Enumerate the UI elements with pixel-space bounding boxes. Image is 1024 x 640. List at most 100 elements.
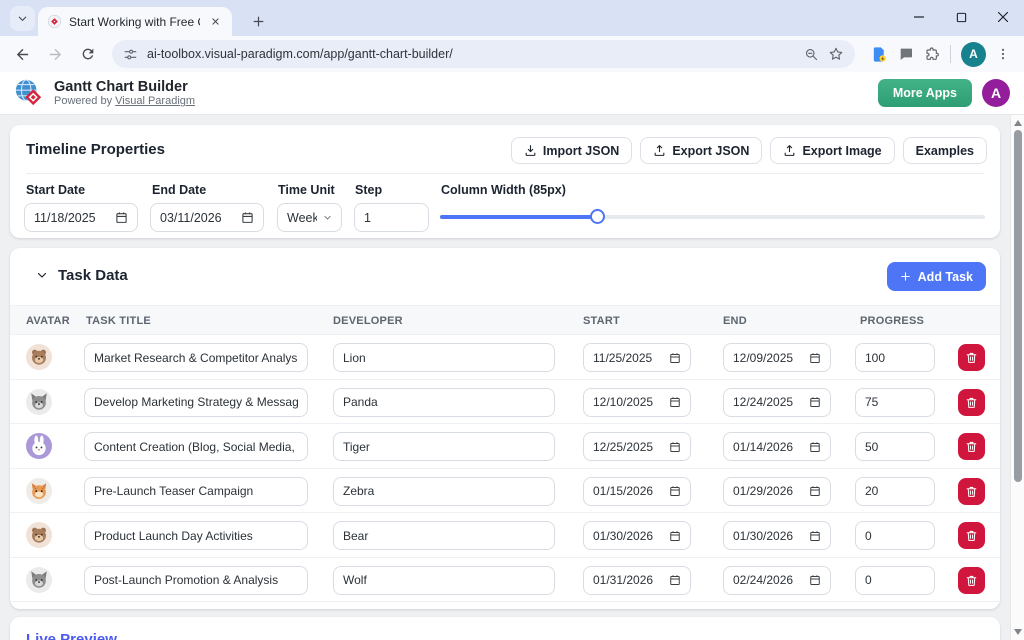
calendar-icon[interactable]: [669, 574, 681, 586]
delete-task-button[interactable]: [958, 567, 985, 594]
calendar-icon[interactable]: [669, 441, 681, 453]
task-title-input[interactable]: Content Creation (Blog, Social Media, Vi…: [84, 432, 308, 461]
page-content: Timeline Properties Import JSON Export J…: [0, 115, 1024, 640]
step-input[interactable]: 1: [354, 203, 429, 232]
calendar-icon[interactable]: [809, 396, 821, 408]
delete-task-button[interactable]: [958, 522, 985, 549]
more-apps-button[interactable]: More Apps: [878, 79, 972, 107]
app-title-block: Gantt Chart Builder Powered by Visual Pa…: [54, 79, 195, 108]
address-bar[interactable]: ai-toolbox.visual-paradigm.com/app/gantt…: [112, 40, 855, 68]
col-start: START: [583, 306, 620, 336]
browser-profile-avatar[interactable]: A: [961, 42, 986, 67]
user-avatar[interactable]: A: [982, 79, 1010, 107]
calendar-icon[interactable]: [669, 530, 681, 542]
end-date-input[interactable]: 03/11/2026: [150, 203, 264, 232]
back-button[interactable]: [8, 40, 36, 68]
docs-extension-icon[interactable]: [871, 46, 888, 63]
end-date-input[interactable]: 01/30/2026: [723, 521, 831, 550]
delete-task-button[interactable]: [958, 344, 985, 371]
minimize-button[interactable]: [898, 0, 940, 34]
end-date-input[interactable]: 01/29/2026: [723, 477, 831, 506]
browser-tabstrip: Start Working with Free Online: [0, 0, 1024, 36]
end-date-input[interactable]: 01/14/2026: [723, 432, 831, 461]
calendar-icon[interactable]: [241, 211, 254, 224]
task-row: Post-Launch Promotion & Analysis Wolf 01…: [10, 558, 1000, 603]
progress-input[interactable]: 0: [855, 521, 935, 550]
task-data-card: Task Data Add Task AVATAR TASK TITLE DEV…: [10, 248, 1000, 609]
column-width-label: Column Width (85px): [441, 183, 566, 197]
examples-button[interactable]: Examples: [903, 137, 987, 164]
maximize-button[interactable]: [940, 0, 982, 34]
scroll-down-arrow[interactable]: [1014, 629, 1022, 635]
time-unit-select[interactable]: Week: [277, 203, 342, 232]
start-date-input[interactable]: 01/31/2026: [583, 566, 691, 595]
delete-task-button[interactable]: [958, 389, 985, 416]
progress-input[interactable]: 50: [855, 432, 935, 461]
calendar-icon[interactable]: [809, 485, 821, 497]
calendar-icon[interactable]: [669, 352, 681, 364]
browser-menu-icon[interactable]: [996, 47, 1010, 61]
tab-close-icon[interactable]: [207, 14, 223, 30]
add-task-button[interactable]: Add Task: [887, 262, 986, 291]
chat-extension-icon[interactable]: [898, 46, 914, 62]
developer-input[interactable]: Lion: [333, 343, 555, 372]
forward-button[interactable]: [41, 40, 69, 68]
extensions-puzzle-icon[interactable]: [924, 46, 940, 62]
start-date-input[interactable]: 11/18/2025: [24, 203, 138, 232]
slider-fill: [440, 215, 598, 219]
scroll-up-arrow[interactable]: [1014, 120, 1022, 126]
delete-task-button[interactable]: [958, 433, 985, 460]
developer-input[interactable]: Bear: [333, 521, 555, 550]
start-date-input[interactable]: 01/30/2026: [583, 521, 691, 550]
scrollbar-thumb[interactable]: [1014, 130, 1022, 482]
calendar-icon[interactable]: [809, 352, 821, 364]
end-date-input[interactable]: 02/24/2026: [723, 566, 831, 595]
start-date-input[interactable]: 11/25/2025: [583, 343, 691, 372]
end-date-input[interactable]: 12/24/2025: [723, 388, 831, 417]
progress-input[interactable]: 75: [855, 388, 935, 417]
progress-input[interactable]: 100: [855, 343, 935, 372]
task-row: Market Research & Competitor Analysis Li…: [10, 335, 1000, 380]
bookmark-star-icon[interactable]: [828, 46, 844, 62]
calendar-icon[interactable]: [669, 396, 681, 408]
new-tab-button[interactable]: [247, 10, 269, 32]
start-date-input[interactable]: 12/10/2025: [583, 388, 691, 417]
visual-paradigm-link[interactable]: Visual Paradigm: [115, 95, 195, 107]
browser-tab[interactable]: Start Working with Free Online: [38, 7, 232, 36]
trash-icon: [965, 574, 978, 587]
developer-input[interactable]: Wolf: [333, 566, 555, 595]
zoom-out-icon[interactable]: [804, 47, 819, 62]
developer-input[interactable]: Panda: [333, 388, 555, 417]
developer-input[interactable]: Zebra: [333, 477, 555, 506]
collapse-chevron-icon[interactable]: [36, 269, 48, 281]
delete-task-button[interactable]: [958, 478, 985, 505]
progress-input[interactable]: 0: [855, 566, 935, 595]
slider-track[interactable]: [440, 215, 985, 219]
developer-input[interactable]: Tiger: [333, 432, 555, 461]
export-json-button[interactable]: Export JSON: [640, 137, 762, 164]
task-title-input[interactable]: Product Launch Day Activities: [84, 521, 308, 550]
task-title-input[interactable]: Pre-Launch Teaser Campaign: [84, 477, 308, 506]
start-date-input[interactable]: 01/15/2026: [583, 477, 691, 506]
close-window-button[interactable]: [982, 0, 1024, 34]
calendar-icon[interactable]: [809, 530, 821, 542]
page-scrollbar[interactable]: [1010, 115, 1024, 640]
column-width-slider[interactable]: [440, 203, 985, 232]
calendar-icon[interactable]: [115, 211, 128, 224]
end-date-input[interactable]: 12/09/2025: [723, 343, 831, 372]
calendar-icon[interactable]: [669, 485, 681, 497]
calendar-icon[interactable]: [809, 574, 821, 586]
reload-button[interactable]: [74, 40, 102, 68]
export-image-button[interactable]: Export Image: [770, 137, 894, 164]
task-title-input[interactable]: Market Research & Competitor Analysis: [84, 343, 308, 372]
task-title-input[interactable]: Develop Marketing Strategy & Messaging: [84, 388, 308, 417]
task-title-input[interactable]: Post-Launch Promotion & Analysis: [84, 566, 308, 595]
tab-search-button[interactable]: [10, 6, 35, 31]
url-text: ai-toolbox.visual-paradigm.com/app/gantt…: [147, 47, 795, 61]
slider-thumb[interactable]: [590, 209, 605, 224]
start-date-input[interactable]: 12/25/2025: [583, 432, 691, 461]
progress-input[interactable]: 20: [855, 477, 935, 506]
import-json-button[interactable]: Import JSON: [511, 137, 632, 164]
site-settings-icon[interactable]: [123, 47, 138, 62]
calendar-icon[interactable]: [809, 441, 821, 453]
